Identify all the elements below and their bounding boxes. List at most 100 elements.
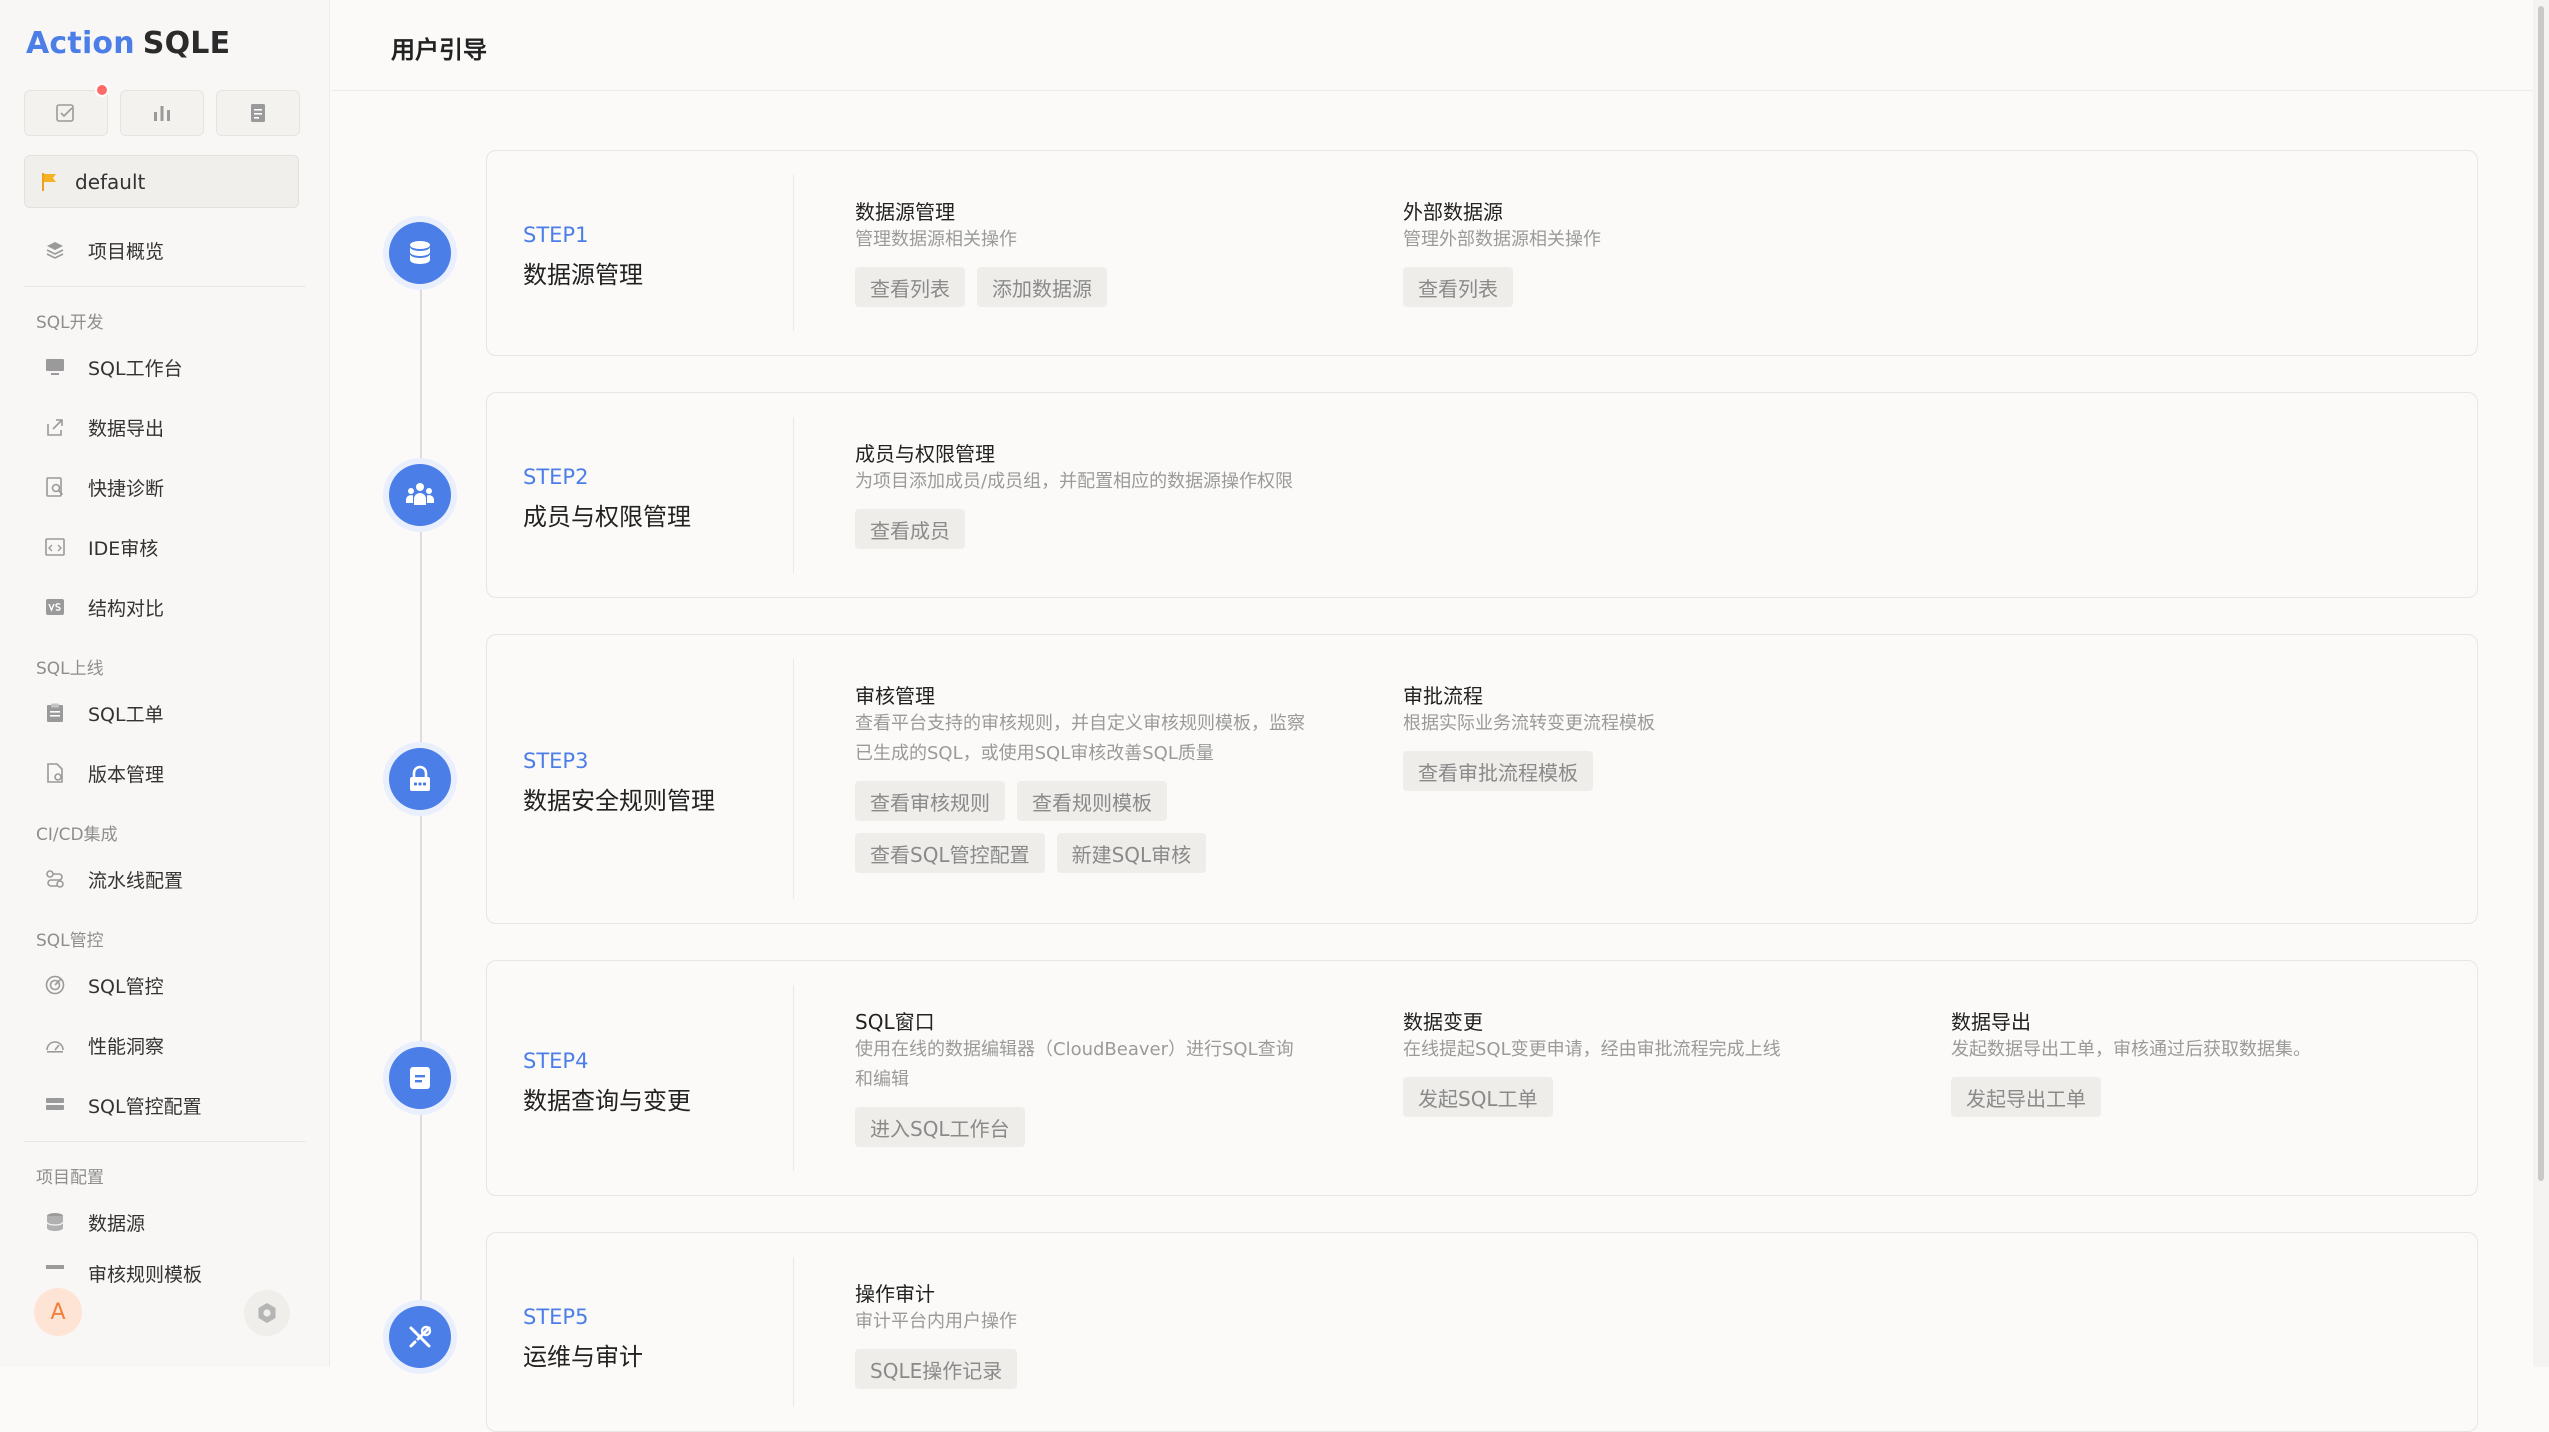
sidebar-item-label: SQL工作台 [88,357,183,380]
create-export-ticket-button[interactable]: 发起导出工单 [1951,1077,2101,1117]
layers-icon [42,237,68,263]
sidebar-item-quick-diagnosis[interactable]: 快捷诊断 [24,457,306,517]
sidebar: Action SQLE default 项目概览 SQL开发 SQL工作台 数据… [0,0,330,1367]
section-audit-management: 审核管理 查看平台支持的审核规则，并自定义审核规则模板，监察 已生成的SQL，或… [855,683,1365,873]
clipboard-icon [42,700,68,726]
sidebar-item-datasource[interactable]: 数据源 [24,1192,306,1252]
user-avatar[interactable]: A [34,1288,82,1336]
sidebar-item-label: 结构对比 [88,597,165,620]
section-data-export: 数据导出 发起数据导出工单，审核通过后获取数据集。 发起导出工单 [1951,1009,2311,1117]
sidebar-item-pipeline-config[interactable]: 流水线配置 [24,849,306,909]
step4-label: STEP4 [523,1049,589,1073]
nav-divider [24,1141,306,1142]
page-scrollbar[interactable] [2533,0,2549,1367]
button-row: 查看审批流程模板 [1403,751,1655,791]
button-row: SQLE操作记录 [855,1349,1018,1389]
template-icon [42,1260,68,1286]
file-version-icon [42,760,68,786]
step4-title: 数据查询与变更 [523,1087,691,1115]
sidebar-item-sql-control-config[interactable]: SQL管控配置 [24,1075,306,1135]
sqle-operation-log-button[interactable]: SQLE操作记录 [855,1349,1018,1389]
sidebar-item-ide-audit[interactable]: IDE审核 [24,517,306,577]
radar-icon [42,972,68,998]
section-title: 操作审计 [855,1282,935,1306]
section-desc: 管理数据源相关操作 [855,229,1017,250]
section-data-change: 数据变更 在线提起SQL变更申请，经由审批流程完成上线 发起SQL工单 [1403,1009,1781,1117]
logo-sqle: SQLE [142,26,231,61]
button-row: 查看成员 [855,509,1293,549]
create-sql-ticket-button[interactable]: 发起SQL工单 [1403,1077,1553,1117]
section-title: 审核管理 [855,684,935,708]
sidebar-item-sql-ticket[interactable]: SQL工单 [24,683,306,743]
section-desc: 管理外部数据源相关操作 [1403,229,1601,250]
section-title: SQL窗口 [855,1010,935,1034]
settings-button[interactable] [244,1290,290,1336]
step2-team-icon [389,464,451,526]
step2-card: STEP2 成员与权限管理 成员与权限管理 为项目添加成员/成员组，并配置相应的… [486,392,2478,598]
step3-card: STEP3 数据安全规则管理 审核管理 查看平台支持的审核规则，并自定义审核规则… [486,634,2478,924]
sidebar-item-performance-insight[interactable]: 性能洞察 [24,1015,306,1075]
section-desc: 查看平台支持的审核规则，并自定义审核规则模板，监察 [855,713,1305,734]
button-row: 查看SQL管控配置 新建SQL审核 [855,833,1365,873]
notification-dot [95,83,109,97]
gauge-icon [42,1032,68,1058]
view-sql-control-config-button[interactable]: 查看SQL管控配置 [855,833,1045,873]
view-list-button[interactable]: 查看列表 [855,267,965,307]
bar-chart-icon [154,106,170,121]
step5-label: STEP5 [523,1305,589,1329]
new-sql-audit-button[interactable]: 新建SQL审核 [1056,833,1207,873]
step3-label: STEP3 [523,749,589,773]
document-button[interactable] [216,90,300,136]
sidebar-item-rule-template[interactable]: 审核规则模板 [24,1252,306,1288]
project-selector[interactable]: default [24,155,299,208]
card-divider [793,175,794,331]
checkbox-icon [56,104,74,122]
sidebar-item-label: 审核规则模板 [88,1264,203,1286]
section-member-permission: 成员与权限管理 为项目添加成员/成员组，并配置相应的数据源操作权限 查看成员 [855,441,1293,549]
sidebar-item-label: 数据源 [88,1212,146,1235]
step4-terminal-icon [389,1047,451,1109]
view-approval-templates-button[interactable]: 查看审批流程模板 [1403,751,1593,791]
button-row: 发起SQL工单 [1403,1077,1781,1117]
section-desc: 根据实际业务流转变更流程模板 [1403,713,1655,734]
view-members-button[interactable]: 查看成员 [855,509,965,549]
todo-button[interactable] [24,83,109,136]
page-title: 用户引导 [391,36,487,64]
nav-group-sql-dev: SQL开发 [36,313,104,333]
button-row: 进入SQL工作台 [855,1107,1365,1147]
app-logo[interactable]: Action SQLE [26,26,230,61]
sidebar-item-version-management[interactable]: 版本管理 [24,743,306,803]
card-divider [793,659,794,899]
section-approval-flow: 审批流程 根据实际业务流转变更流程模板 查看审批流程模板 [1403,683,1655,791]
section-title: 数据变更 [1403,1010,1483,1034]
sidebar-item-sql-workbench[interactable]: SQL工作台 [24,337,306,397]
section-desc: 在线提起SQL变更申请，经由审批流程完成上线 [1403,1039,1781,1060]
sidebar-item-schema-compare[interactable]: 结构对比 [24,577,306,637]
view-rule-templates-button[interactable]: 查看规则模板 [1017,781,1167,821]
section-operation-audit: 操作审计 审计平台内用户操作 SQLE操作记录 [855,1281,1018,1389]
sidebar-item-label: 项目概览 [88,240,165,263]
section-desc-line2: 和编辑 [855,1069,909,1090]
view-external-list-button[interactable]: 查看列表 [1403,267,1513,307]
sidebar-item-sql-control[interactable]: SQL管控 [24,955,306,1015]
sidebar-item-label: SQL管控配置 [88,1095,202,1118]
report-button[interactable] [120,90,204,136]
enter-sql-workbench-button[interactable]: 进入SQL工作台 [855,1107,1025,1147]
project-name: default [75,169,146,194]
step2-label: STEP2 [523,465,589,489]
view-audit-rules-button[interactable]: 查看审核规则 [855,781,1005,821]
step2-title: 成员与权限管理 [523,503,691,531]
section-sql-window: SQL窗口 使用在线的数据编辑器（CloudBeaver）进行SQL查询 和编辑… [855,1009,1365,1147]
section-title: 数据导出 [1951,1010,2031,1034]
card-divider [793,417,794,573]
nav-group-sql-control: SQL管控 [36,931,104,951]
sidebar-item-data-export[interactable]: 数据导出 [24,397,306,457]
add-datasource-button[interactable]: 添加数据源 [977,267,1107,307]
scrollbar-thumb[interactable] [2538,6,2544,1181]
monitor-icon [42,354,68,380]
section-title: 数据源管理 [855,200,955,224]
button-row: 查看列表 [1403,267,1601,307]
vs-icon [42,594,68,620]
sidebar-item-project-overview[interactable]: 项目概览 [24,220,306,280]
step5-tools-icon [389,1306,451,1368]
